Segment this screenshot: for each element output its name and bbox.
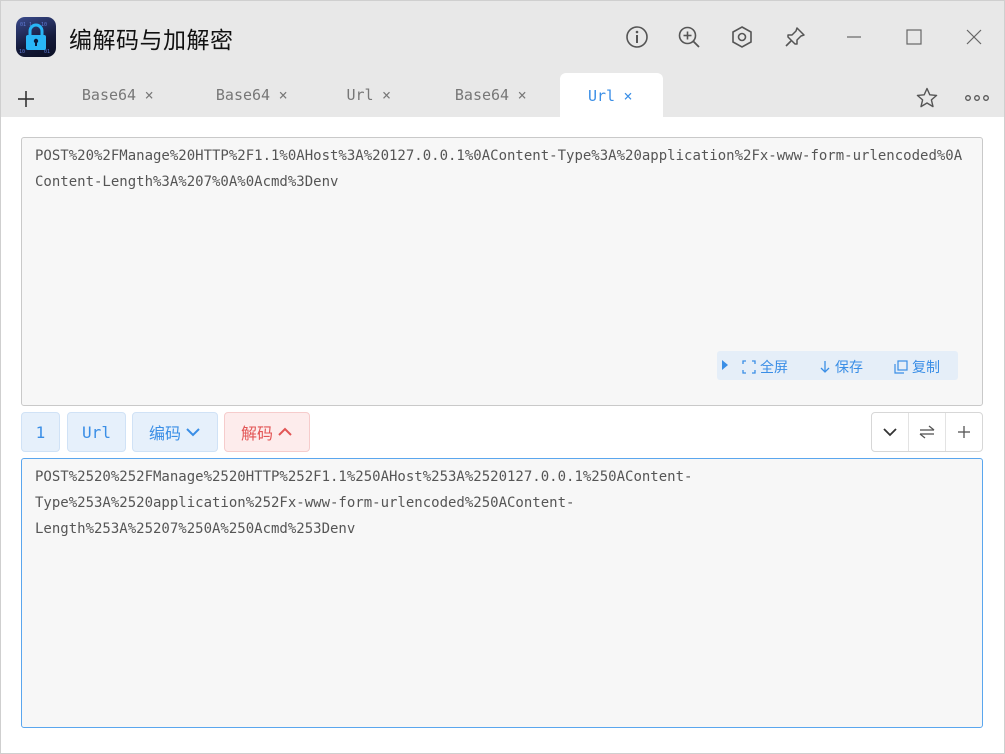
maximize-icon[interactable] bbox=[900, 23, 928, 51]
tab-base64-3[interactable]: Base64 × bbox=[442, 73, 542, 117]
tab-base64-2[interactable]: Base64 × bbox=[203, 73, 303, 117]
tab-url-1[interactable]: Url × bbox=[334, 73, 406, 117]
save-label: 保存 bbox=[835, 360, 863, 376]
tab-close-icon[interactable]: × bbox=[515, 86, 529, 104]
tab-label: Base64 bbox=[215, 86, 271, 104]
more-icon[interactable] bbox=[964, 85, 990, 111]
chevron-down-icon bbox=[186, 428, 200, 437]
tab-label: Url bbox=[587, 86, 616, 105]
chevron-down-icon bbox=[883, 428, 897, 437]
codec-type-label: Url bbox=[82, 422, 111, 442]
star-icon[interactable] bbox=[914, 85, 940, 111]
tab-label: Base64 bbox=[454, 86, 510, 104]
tab-close-icon[interactable]: × bbox=[276, 86, 290, 104]
add-button[interactable] bbox=[946, 413, 982, 451]
title-bar[interactable]: 01 1 10 10 01 编解码与加解密 bbox=[1, 1, 1004, 73]
tab-label: Base64 bbox=[81, 86, 137, 104]
count-label: 1 bbox=[35, 422, 46, 442]
tab-close-icon[interactable]: × bbox=[142, 86, 156, 104]
encode-button[interactable]: 编码 bbox=[132, 412, 218, 452]
save-button[interactable]: 保存 bbox=[819, 357, 863, 377]
lock-app-icon: 01 1 10 10 01 bbox=[16, 17, 56, 57]
svg-text:10: 10 bbox=[19, 49, 25, 55]
app-title: 编解码与加解密 bbox=[69, 28, 234, 54]
fullscreen-button[interactable]: 全屏 bbox=[742, 357, 788, 377]
fullscreen-label: 全屏 bbox=[760, 360, 788, 376]
input-toolbar: 全屏 保存 复制 bbox=[717, 351, 958, 380]
tab-label: Url bbox=[346, 86, 374, 104]
download-arrow-icon bbox=[820, 361, 830, 373]
swap-button[interactable] bbox=[909, 413, 946, 451]
close-icon[interactable] bbox=[960, 23, 988, 51]
tab-base64-1[interactable]: Base64 × bbox=[69, 73, 169, 117]
dropdown-chevron-button[interactable] bbox=[872, 413, 909, 451]
copy-button[interactable]: 复制 bbox=[894, 357, 940, 377]
chevron-up-icon bbox=[278, 427, 292, 436]
zoom-in-icon[interactable] bbox=[675, 23, 703, 51]
hexagon-settings-icon[interactable] bbox=[728, 23, 756, 51]
tab-close-icon[interactable]: × bbox=[621, 87, 635, 105]
expand-triangle-icon[interactable] bbox=[722, 360, 728, 370]
pin-icon[interactable] bbox=[781, 23, 809, 51]
copy-label: 复制 bbox=[912, 360, 940, 376]
tab-url-active[interactable]: Url × bbox=[560, 73, 663, 118]
swap-icon bbox=[919, 425, 935, 439]
svg-text:01: 01 bbox=[44, 49, 50, 55]
copy-icon bbox=[894, 360, 908, 374]
minimize-icon[interactable] bbox=[840, 23, 868, 51]
decode-label: 解码 bbox=[240, 424, 273, 443]
tab-close-icon[interactable]: × bbox=[380, 86, 394, 104]
fullscreen-icon bbox=[742, 360, 756, 374]
output-textarea[interactable]: POST%2520%252FManage%2520HTTP%252F1.1%25… bbox=[21, 458, 983, 728]
output-actions bbox=[871, 412, 983, 452]
info-icon[interactable] bbox=[623, 23, 651, 51]
app-window: 01 1 10 10 01 编解码与加解密 Base64 × Base64 × … bbox=[0, 0, 1005, 754]
count-badge[interactable]: 1 bbox=[21, 412, 60, 452]
add-tab-icon[interactable] bbox=[14, 87, 38, 111]
decode-button[interactable]: 解码 bbox=[224, 412, 310, 452]
plus-icon bbox=[958, 426, 970, 438]
codec-type-button[interactable]: Url bbox=[67, 412, 126, 452]
encode-label: 编码 bbox=[148, 424, 181, 443]
tab-bar: Base64 × Base64 × Url × Base64 × Url × bbox=[1, 73, 1004, 118]
